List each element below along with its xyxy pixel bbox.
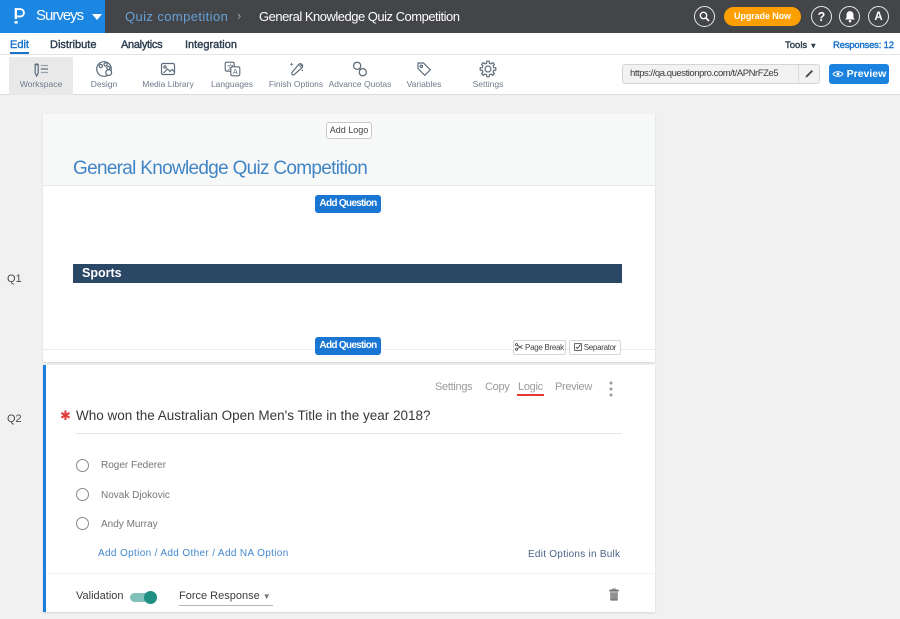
svg-text:A: A (233, 69, 238, 76)
